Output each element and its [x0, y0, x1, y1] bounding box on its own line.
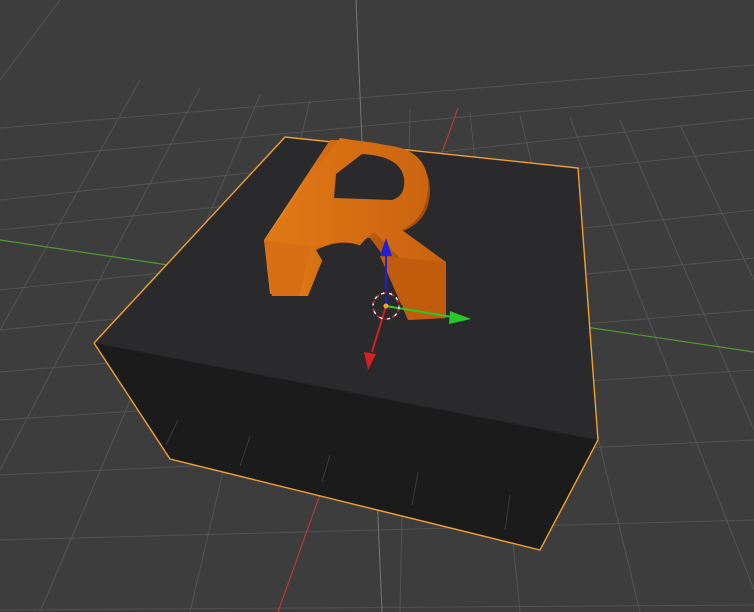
3d-viewport[interactable]: [0, 0, 754, 612]
viewport-scene[interactable]: [0, 0, 754, 612]
